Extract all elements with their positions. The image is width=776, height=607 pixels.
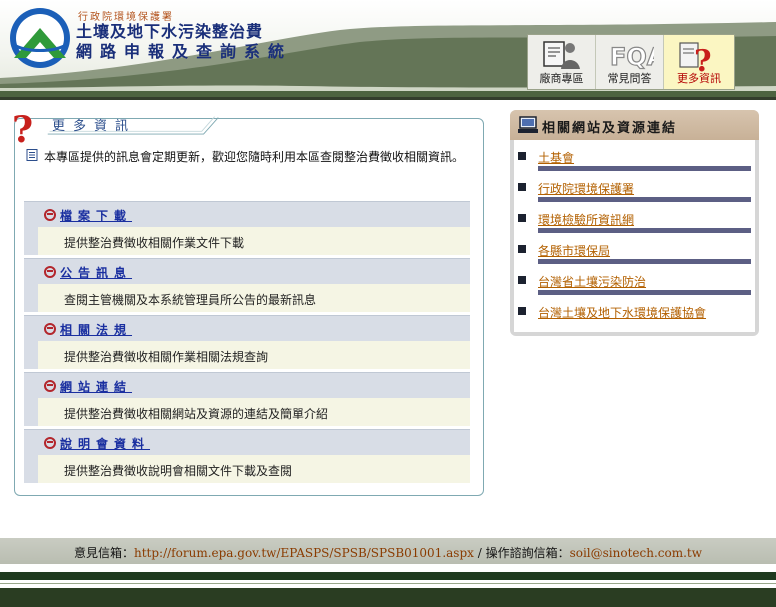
file-download-link[interactable]: 檔案下載	[60, 207, 132, 224]
related-links-panel: 相關網站及資源連結 土基會 行政院環境保護署 環境檢驗所資訊網 各縣市環保局 台…	[510, 110, 759, 336]
user-document-icon	[543, 41, 580, 69]
contact-email-link[interactable]: soil@sinotech.com.tw	[570, 546, 702, 560]
list-item-desc: 提供整治費徵收說明會相關文件下載及查閱	[24, 455, 470, 483]
footer-stripe	[0, 572, 776, 580]
related-links-title: 相關網站及資源連結	[542, 121, 678, 136]
page-title: 更多資訊	[52, 119, 137, 134]
list-item-desc: 提供整治費徵收相關作業相關法規查詢	[24, 341, 470, 369]
arrow-circle-icon	[44, 380, 56, 392]
regulations-desc: 提供整治費徵收相關作業相關法規查詢	[64, 350, 269, 364]
square-bullet-icon	[518, 276, 526, 284]
header: 行政院環境保護署 土壤及地下水污染整治費 網路申報及查詢系統 廠商專區 FQA	[0, 0, 776, 100]
question-mark-icon: ?	[12, 109, 34, 151]
file-download-desc: 提供整治費徵收相關作業文件下載	[64, 236, 245, 250]
intro-text: 本專區提供的訊息會定期更新，歡迎您隨時利用本區查閱整治費徵收相關資訊。	[44, 150, 465, 164]
related-links-list: 土基會 行政院環境保護署 環境檢驗所資訊網 各縣市環保局 台灣省土壤污染防治 台…	[514, 140, 755, 332]
svg-text:?: ?	[694, 44, 712, 73]
square-bullet-icon	[518, 307, 526, 315]
link-env-analysis-lab[interactable]: 環境檢驗所資訊網	[538, 211, 634, 228]
announcements-desc: 查閱主管機關及本系統管理員所公告的最新訊息	[64, 293, 317, 307]
link-taiwan-soil-pollution[interactable]: 台灣省土壤污染防治	[538, 273, 646, 290]
link-soil-fund[interactable]: 土基會	[538, 149, 574, 166]
square-bullet-icon	[518, 214, 526, 222]
list-item: 台灣土壤及地下水環境保護協會	[514, 295, 755, 326]
agency-name: 行政院環境保護署	[78, 12, 174, 23]
list-item: 土基會	[514, 140, 755, 171]
announcements-link[interactable]: 公告訊息	[60, 264, 132, 281]
square-bullet-icon	[518, 183, 526, 191]
list-item-desc: 提供整治費徵收相關網站及資源的連結及簡單介紹	[24, 398, 470, 426]
web-links-link[interactable]: 網站連結	[60, 378, 132, 395]
header-divider-dark	[0, 97, 776, 100]
svg-text:FQA: FQA	[610, 43, 654, 71]
briefing-materials-desc: 提供整治費徵收說明會相關文件下載及查閱	[64, 464, 293, 478]
footer-stripe-bottom	[0, 588, 776, 607]
tab-vendor-zone-label: 廠商專區	[539, 72, 584, 85]
link-local-epb[interactable]: 各縣市環保局	[538, 242, 610, 259]
question-document-icon: ?	[679, 42, 712, 73]
arrow-circle-icon	[44, 437, 56, 449]
list-item-file-download: 檔案下載	[24, 201, 470, 227]
contact-label: 操作諮詢信箱：	[485, 546, 570, 560]
square-bullet-icon	[518, 152, 526, 160]
briefing-materials-link[interactable]: 說明會資料	[60, 435, 150, 452]
list-item-desc: 查閱主管機關及本系統管理員所公告的最新訊息	[24, 284, 470, 312]
system-title-line1: 土壤及地下水污染整治費	[76, 22, 264, 41]
feedback-link[interactable]: http://forum.epa.gov.tw/EPASPS/SPSB/SPSB…	[134, 546, 474, 560]
system-title: 土壤及地下水污染整治費 網路申報及查詢系統	[76, 22, 292, 62]
footer-stripe-thin	[0, 583, 776, 584]
list-item-desc: 提供整治費徵收相關作業文件下載	[24, 227, 470, 255]
regulations-link[interactable]: 相關法規	[60, 321, 132, 338]
footer-contact: 意見信箱：http://forum.epa.gov.tw/EPASPS/SPSB…	[0, 544, 776, 561]
list-item: 行政院環境保護署	[514, 171, 755, 202]
computer-icon	[518, 116, 538, 133]
tab-faq-label: 常見問答	[607, 72, 652, 85]
list-item: 各縣市環保局	[514, 233, 755, 264]
arrow-circle-icon	[44, 323, 56, 335]
feedback-label: 意見信箱：	[73, 546, 134, 560]
link-epa[interactable]: 行政院環境保護署	[538, 180, 634, 197]
footer-separator: /	[473, 546, 486, 560]
list-item-regulations: 相關法規	[24, 315, 470, 341]
epa-logo-icon	[10, 8, 70, 68]
link-soil-groundwater-assoc[interactable]: 台灣土壤及地下水環境保護協會	[538, 304, 706, 321]
list-item-briefing-materials: 說明會資料	[24, 429, 470, 455]
list-item-web-links: 網站連結	[24, 372, 470, 398]
list-item-announcements: 公告訊息	[24, 258, 470, 284]
tab-more-info-label: 更多資訊	[677, 72, 721, 85]
related-links-header: 相關網站及資源連結	[510, 110, 759, 140]
list-item: 環境檢驗所資訊網	[514, 202, 755, 233]
faq-icon: FQA	[610, 42, 654, 71]
top-navigation: 廠商專區 FQA 常見問答 ? 更多資訊	[527, 34, 735, 90]
tab-more-info[interactable]: ? 更多資訊	[664, 35, 734, 89]
page: 行政院環境保護署 土壤及地下水污染整治費 網路申報及查詢系統 廠商專區 FQA	[0, 0, 776, 607]
tab-faq[interactable]: FQA 常見問答	[596, 35, 664, 89]
system-title-line2: 網路申報及查詢系統	[76, 42, 293, 61]
square-bullet-icon	[518, 245, 526, 253]
arrow-circle-icon	[44, 209, 56, 221]
web-links-desc: 提供整治費徵收相關網站及資源的連結及簡單介紹	[64, 407, 329, 421]
arrow-circle-icon	[44, 266, 56, 278]
info-item-list: 檔案下載 提供整治費徵收相關作業文件下載 公告訊息 查閱主管機關及本系統管理員所…	[24, 198, 470, 483]
tab-vendor-zone[interactable]: 廠商專區	[528, 35, 596, 89]
list-item: 台灣省土壤污染防治	[514, 264, 755, 295]
